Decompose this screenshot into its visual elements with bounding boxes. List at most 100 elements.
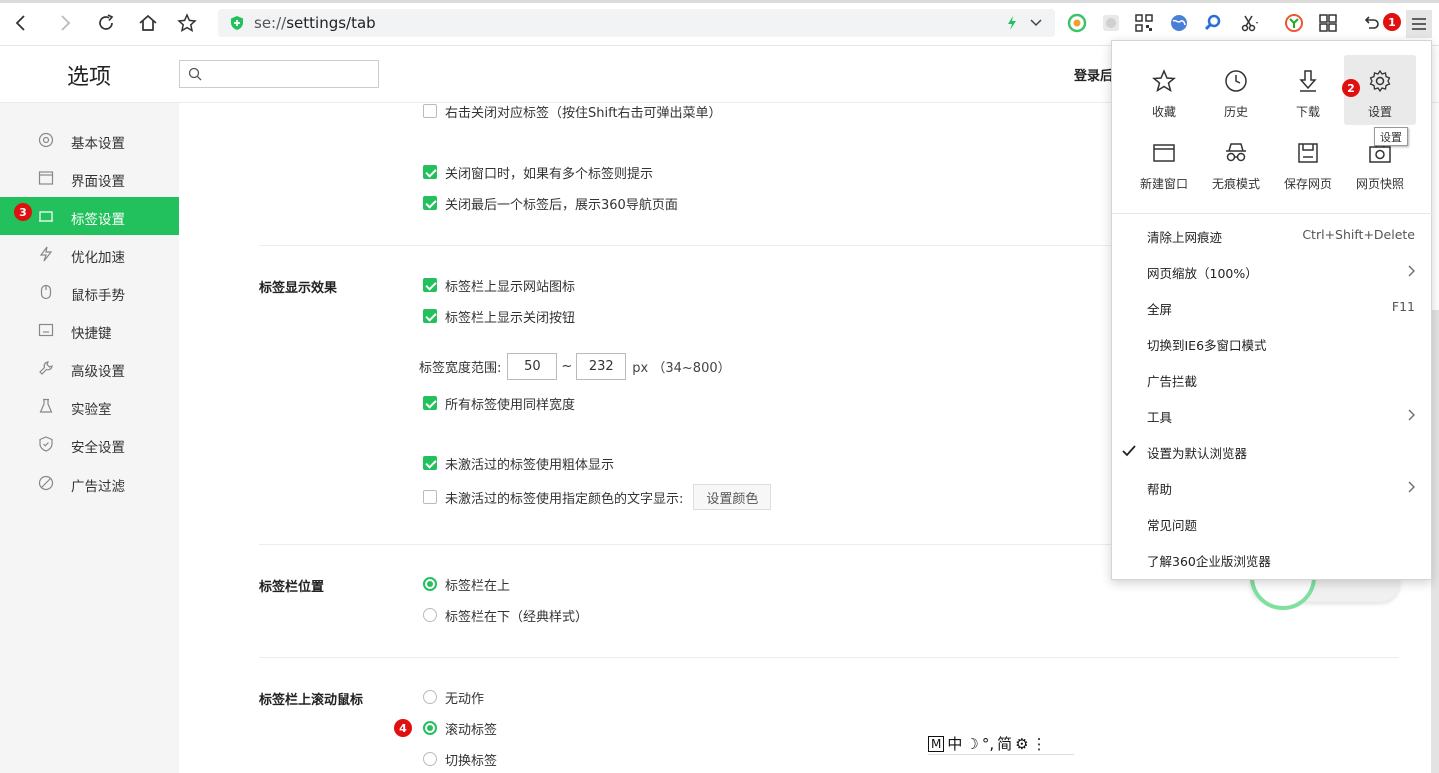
checkbox[interactable]	[423, 490, 437, 504]
extension-grey-icon[interactable]	[1100, 12, 1122, 34]
checkbox[interactable]	[423, 104, 437, 118]
radio-button[interactable]	[423, 752, 437, 766]
menu-item-adblock[interactable]: 广告拦截	[1112, 361, 1433, 397]
radio-button[interactable]	[423, 608, 437, 622]
menu-item-tools[interactable]: 工具	[1112, 397, 1433, 433]
option-label: 未激活过的标签使用指定颜色的文字显示:	[445, 491, 684, 507]
sidebar-item-adblock[interactable]: 广告过滤	[0, 464, 179, 502]
option-close-window-prompt[interactable]: 关闭窗口时，如果有多个标签则提示	[423, 162, 653, 182]
ime-mode-button[interactable]: M	[928, 735, 945, 752]
option-label: 关闭窗口时，如果有多个标签则提示	[445, 166, 654, 182]
main-menu-icon[interactable]	[1406, 10, 1432, 38]
sidebar-item-label: 高级设置	[71, 364, 125, 380]
option-show-site-icon[interactable]: 标签栏上显示网站图标	[423, 275, 575, 295]
login-link[interactable]: 登录后	[1074, 65, 1113, 84]
save-icon	[1298, 143, 1318, 163]
menu-tile-downloads[interactable]: 下载	[1272, 55, 1344, 125]
apps-grid-icon[interactable]	[1317, 12, 1339, 34]
menu-item-ie6-mode[interactable]: 切换到IE6多窗口模式	[1112, 325, 1433, 361]
menu-item-faq[interactable]: 常见问题	[1112, 505, 1433, 541]
menu-tile-save-page[interactable]: 保存网页	[1272, 127, 1344, 197]
chevron-right-icon	[1408, 265, 1415, 277]
checkbox[interactable]	[423, 196, 437, 210]
option-tabbar-top[interactable]: 标签栏在上	[423, 574, 510, 594]
menu-tile-history[interactable]: 历史	[1200, 55, 1272, 125]
menu-item-zoom[interactable]: 网页缩放（100%）	[1112, 253, 1433, 289]
menu-tile-new-window[interactable]: 新建窗口	[1128, 127, 1200, 197]
checkbox[interactable]	[423, 278, 437, 292]
option-show-close-button[interactable]: 标签栏上显示关闭按钮	[423, 306, 575, 326]
clock-icon	[1225, 70, 1247, 92]
radio-button[interactable]	[423, 690, 437, 704]
width-min-input[interactable]: 50	[507, 352, 558, 380]
option-right-click-close[interactable]: 右击关闭对应标签（按住Shift右击可弹出菜单）	[423, 101, 722, 121]
menu-item-default-browser[interactable]: 设置为默认浏览器	[1112, 433, 1433, 469]
ime-settings-icon[interactable]: ⚙	[1015, 735, 1028, 753]
bookmark-star-icon[interactable]	[174, 10, 200, 36]
search-tool-icon[interactable]	[1202, 12, 1224, 34]
sidebar-item-lab[interactable]: 实验室	[0, 387, 179, 425]
sidebar-item-mouse[interactable]: 鼠标手势	[0, 273, 179, 311]
sidebar-item-speed[interactable]: 优化加速	[0, 235, 179, 273]
option-same-width[interactable]: 所有标签使用同样宽度	[423, 393, 575, 413]
sidebar-item-label: 实验室	[71, 402, 112, 418]
option-scroll-none[interactable]: 无动作	[423, 687, 484, 707]
radio-button[interactable]	[423, 577, 437, 591]
back-icon[interactable]	[8, 10, 34, 36]
checkbox[interactable]	[423, 309, 437, 323]
menu-item-label: 广告拦截	[1147, 374, 1198, 389]
ime-more-icon[interactable]: ⋮	[1032, 735, 1047, 753]
home-icon[interactable]	[135, 10, 161, 36]
settings-search-input[interactable]	[179, 60, 379, 88]
window-icon	[38, 171, 54, 185]
ime-punctuation-toggle[interactable]: °,	[982, 735, 994, 753]
width-max-input[interactable]: 232	[576, 352, 627, 380]
ime-simplified-toggle[interactable]: 简	[997, 733, 1012, 754]
undo-close-tab-icon[interactable]	[1360, 12, 1382, 34]
menu-item-clear-history[interactable]: 清除上网痕迹 Ctrl+Shift+Delete	[1112, 217, 1433, 253]
sidebar-item-shortcuts[interactable]: 快捷键	[0, 311, 179, 349]
option-scroll-switch[interactable]: 切换标签	[423, 749, 497, 769]
menu-item-shortcut: Ctrl+Shift+Delete	[1302, 227, 1415, 242]
translate-globe-icon[interactable]	[1168, 12, 1190, 34]
menu-item-help[interactable]: 帮助	[1112, 469, 1433, 505]
range-separator: ~	[561, 358, 573, 374]
refresh-icon[interactable]	[93, 10, 119, 36]
ime-halfwidth-toggle[interactable]: ☽	[965, 735, 978, 753]
option-tabbar-bottom[interactable]: 标签栏在下（经典样式）	[423, 605, 588, 625]
menu-item-fullscreen[interactable]: 全屏 F11	[1112, 289, 1433, 325]
sidebar-item-label: 基本设置	[71, 136, 125, 152]
ime-chinese-toggle[interactable]: 中	[947, 733, 962, 754]
menu-item-label: 清除上网痕迹	[1147, 230, 1223, 245]
option-scroll-tabs[interactable]: 滚动标签	[423, 718, 497, 738]
sidebar-item-security[interactable]: 安全设置	[0, 425, 179, 463]
chevron-down-icon[interactable]	[1029, 17, 1043, 29]
tile-label: 无痕模式	[1211, 177, 1260, 191]
radio-button[interactable]	[423, 721, 437, 735]
yandex-app-icon[interactable]	[1283, 12, 1305, 34]
option-label: 未激活过的标签使用粗体显示	[445, 457, 615, 473]
forward-icon[interactable]	[52, 10, 78, 36]
option-bold-inactive[interactable]: 未激活过的标签使用粗体显示	[423, 453, 614, 473]
address-bar[interactable]: se://settings/tab	[218, 9, 1055, 37]
checkbox[interactable]	[423, 165, 437, 179]
checkbox[interactable]	[423, 456, 437, 470]
sidebar-item-interface[interactable]: 界面设置	[0, 159, 179, 197]
screenshot-scissors-icon[interactable]	[1238, 12, 1260, 34]
sidebar-item-advanced[interactable]: 高级设置	[0, 349, 179, 387]
speed-mode-icon[interactable]	[1005, 15, 1019, 31]
section-title-position: 标签栏位置	[259, 580, 325, 595]
checkbox[interactable]	[423, 396, 437, 410]
tile-label: 下载	[1295, 105, 1320, 119]
settings-tooltip: 设置	[1374, 127, 1408, 146]
menu-item-enterprise[interactable]: 了解360企业版浏览器	[1112, 541, 1433, 577]
option-show-nav-after-last[interactable]: 关闭最后一个标签后，展示360导航页面	[423, 193, 678, 213]
flask-icon	[39, 398, 53, 413]
option-colored-inactive[interactable]: 未激活过的标签使用指定颜色的文字显示: 设置颜色	[423, 484, 772, 510]
extension-360-icon[interactable]	[1066, 12, 1088, 34]
menu-tile-favorites[interactable]: 收藏	[1128, 55, 1200, 125]
set-color-button[interactable]: 设置颜色	[693, 484, 772, 510]
menu-tile-incognito[interactable]: 无痕模式	[1200, 127, 1272, 197]
qr-code-icon[interactable]	[1133, 12, 1155, 34]
sidebar-item-basic[interactable]: 基本设置	[0, 121, 179, 159]
